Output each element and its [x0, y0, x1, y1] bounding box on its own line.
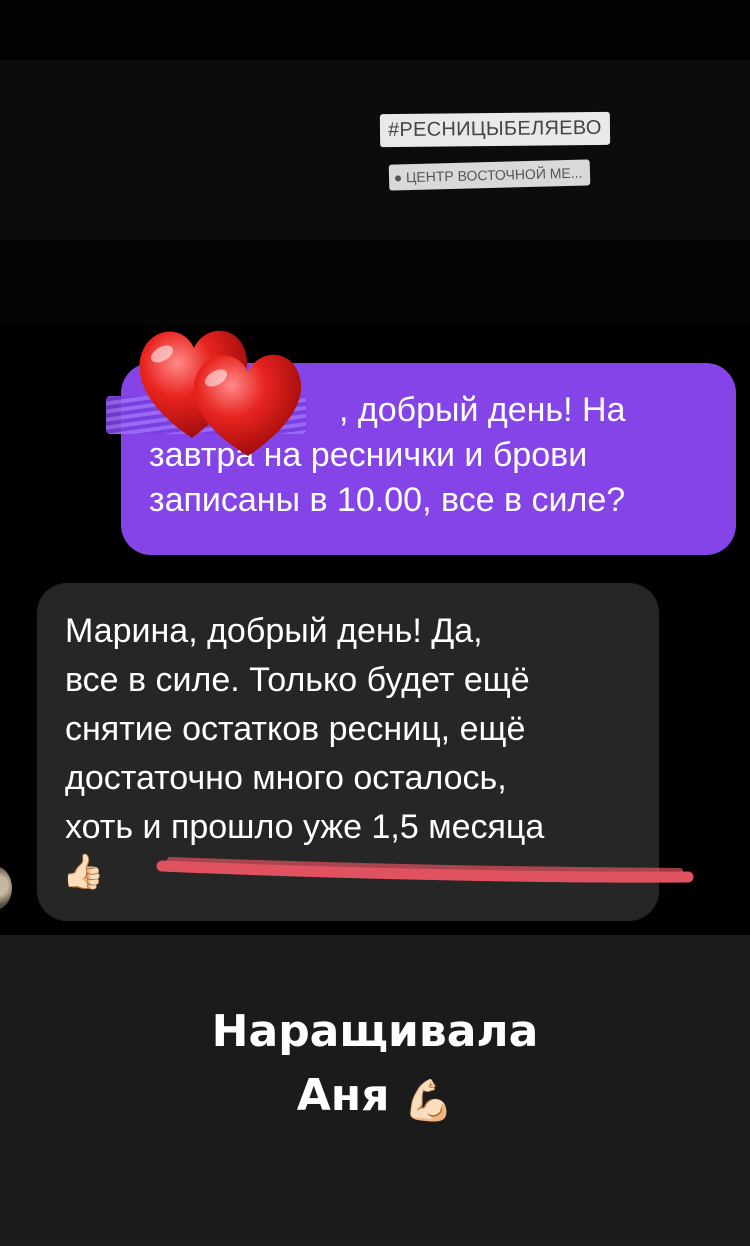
caption-line-1: Наращивала: [211, 1006, 539, 1057]
flexed-biceps-icon: 💪🏻: [403, 1078, 454, 1124]
caption-line-2: Аня 💪🏻: [0, 1064, 750, 1133]
caption: Наращивала Аня 💪🏻: [0, 1000, 750, 1133]
story-frame: #РЕСНИЦЫБЕЛЯЕВО ЦЕНТР ВОСТОЧНОЙ МЕ... , …: [0, 0, 750, 1246]
caption-name: Аня: [296, 1070, 390, 1121]
hearts-icon: [139, 330, 302, 456]
